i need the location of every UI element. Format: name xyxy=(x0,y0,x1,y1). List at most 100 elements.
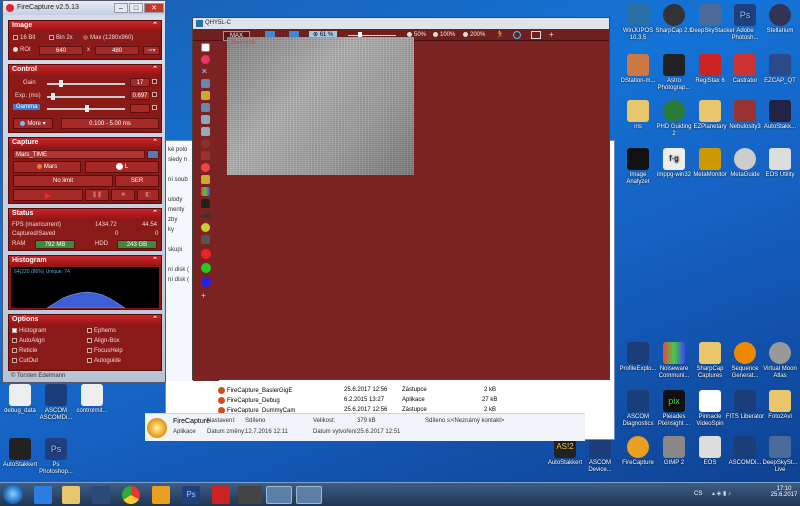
desktop-icon-pixinsight[interactable]: pix Pleiades Pixinsight ... xyxy=(654,390,694,428)
crosshair-icon[interactable]: ✕ xyxy=(201,67,210,76)
roi-dropdown[interactable]: ⇒▾ xyxy=(143,46,160,55)
clock[interactable]: 17:10 25.6.2017 xyxy=(770,486,798,498)
grey-icon[interactable] xyxy=(201,235,210,244)
capture-section-header[interactable]: Capture ⌃ xyxy=(9,138,161,148)
option-autoguide[interactable]: Autoguide xyxy=(87,358,121,364)
desktop-icon-virtual-moon[interactable]: Virtual Moon Atlas xyxy=(760,342,800,380)
record-icon[interactable] xyxy=(201,139,210,148)
grid-icon[interactable] xyxy=(201,103,210,112)
option-cutout[interactable]: CutOut xyxy=(12,358,38,364)
desktop-icon-iris[interactable]: iris xyxy=(618,100,658,131)
red-dot-icon[interactable] xyxy=(201,163,210,172)
desktop-icon-autostakkert-3[interactable]: AutoStakkert xyxy=(0,438,40,469)
status-section-header[interactable]: Status ⌃ xyxy=(9,209,161,219)
options-section-header[interactable]: Options ⌃ xyxy=(9,315,161,325)
profile-folder-icon[interactable] xyxy=(147,150,159,159)
yellow-dot-icon[interactable] xyxy=(201,223,210,232)
collapse-icon[interactable]: ⌃ xyxy=(152,256,158,266)
preview-taskbar-button[interactable] xyxy=(296,486,322,504)
desktop-icon-registax[interactable]: RegiStax 6 xyxy=(690,54,730,85)
desktop-icon-sequence-generator[interactable]: Sequence Generat... xyxy=(725,342,765,380)
collapse-icon[interactable]: ⌃ xyxy=(152,65,158,75)
gain-value-field[interactable]: 17 xyxy=(130,78,150,87)
firecapture-taskbar-button[interactable] xyxy=(266,486,292,504)
desktop-icon-sharpcap-captures[interactable]: SharpCap Captures xyxy=(690,342,730,380)
desktop-icon-ascom-di-2[interactable]: ASCOM ASCOMDi... xyxy=(36,384,76,422)
desktop-icon-photoshop[interactable]: Ps Adobe Photosh... xyxy=(725,4,765,42)
collapse-icon[interactable]: ⌃ xyxy=(152,209,158,219)
maximize-button[interactable]: □ xyxy=(129,3,143,13)
desktop-icon-deepsky-live[interactable]: DeepSkySt... Live xyxy=(760,436,800,474)
format-button[interactable]: SER xyxy=(115,175,159,187)
pause-button[interactable]: ❚❚ xyxy=(85,189,109,201)
desktop-icon-eos[interactable]: EOS xyxy=(690,436,730,467)
settings-button[interactable]: ◧ xyxy=(137,189,159,201)
photoshop-icon[interactable]: Ps xyxy=(182,486,200,504)
gamma-label[interactable]: Gamma xyxy=(13,104,41,110)
roi-width-field[interactable]: 640 xyxy=(39,46,83,55)
media-player-icon[interactable] xyxy=(92,486,110,504)
mars-button[interactable]: Mars xyxy=(13,161,81,173)
exposure-slider-knob[interactable] xyxy=(51,93,55,100)
registax-icon[interactable] xyxy=(212,486,230,504)
desktop-icon-debug-data[interactable]: debug_data xyxy=(0,384,40,415)
file-explorer-icon[interactable] xyxy=(62,486,80,504)
refresh-icon[interactable] xyxy=(513,31,521,39)
desktop-icon-nebulosity[interactable]: Nebulosity3 xyxy=(725,100,765,131)
exposure-slider[interactable] xyxy=(47,93,125,100)
line-icon[interactable] xyxy=(201,214,210,218)
gain-slider[interactable] xyxy=(47,80,125,87)
roi-height-field[interactable]: 480 xyxy=(95,46,139,55)
zoom-200-radio[interactable]: 200% xyxy=(463,31,485,39)
autostakkert-taskbar-icon[interactable] xyxy=(152,486,170,504)
option-autoalign[interactable]: AutoAlign xyxy=(12,338,45,344)
checkbox-icon[interactable] xyxy=(201,43,210,52)
window-icon[interactable] xyxy=(531,31,541,39)
minimize-button[interactable]: – xyxy=(114,3,128,13)
desktop-icon-firecapture[interactable]: FireCapture xyxy=(618,436,658,467)
desktop-icon-sharpcap[interactable]: SharpCap 2.9 xyxy=(654,4,694,35)
add-icon[interactable]: + xyxy=(201,291,210,300)
settings-icon[interactable] xyxy=(201,175,210,184)
desktop-icon-ps-file[interactable]: Ps Ps Photoshop... xyxy=(36,438,76,476)
max-resolution-radio[interactable]: Max (1280x960) xyxy=(83,35,133,41)
desktop-icon-foto2avi[interactable]: Foto2Avi xyxy=(760,390,800,421)
bit16-checkbox[interactable]: 16 Bit xyxy=(13,35,35,41)
option-histogram[interactable]: Histogram xyxy=(12,328,46,334)
stop-button[interactable]: ■ xyxy=(111,189,135,201)
exposure-range-field[interactable]: 0.100 - 5.00 ms xyxy=(61,118,159,129)
desktop-icon-controlmit[interactable]: controlmit... xyxy=(72,384,112,415)
color-icon[interactable] xyxy=(201,55,210,64)
desktop-icon-profile-explorer[interactable]: ProfileExplo... xyxy=(618,342,658,373)
start-capture-button[interactable]: ▶ xyxy=(13,189,83,201)
desktop-icon-astrophotography[interactable]: Astro Photograp... xyxy=(654,54,694,92)
desktop-icon-autostakkert[interactable]: AutoStakk... xyxy=(760,100,800,131)
zoom-100-radio[interactable]: 100% xyxy=(433,31,455,39)
desktop-icon-gimp[interactable]: GIMP 2 xyxy=(654,436,694,467)
option-ephems[interactable]: Ephems xyxy=(87,328,116,334)
tray-icons[interactable]: ▴ ◈ ▮ ♪ xyxy=(712,490,752,500)
desktop-icon-videospin[interactable]: Pinnacle VideoSpin xyxy=(690,390,730,428)
start-button[interactable] xyxy=(3,484,23,504)
roi-radio[interactable]: ROI xyxy=(13,47,31,53)
more-button[interactable]: More ▾ xyxy=(13,118,53,129)
tool-icon[interactable] xyxy=(201,79,210,88)
desktop-icon-metaguide[interactable]: MetaGuide xyxy=(725,148,765,179)
desktop-icon-stellarium[interactable]: Stellarium xyxy=(760,4,800,35)
chrome-icon[interactable] xyxy=(122,486,140,504)
collapse-icon[interactable]: ⌃ xyxy=(152,138,158,148)
move-icon[interactable] xyxy=(201,91,210,100)
exposure-value-field[interactable]: 0.697 xyxy=(130,91,150,100)
rgb-icon[interactable] xyxy=(201,187,210,196)
desktop-icon-ascom-diagnostics[interactable]: ASCOM Diagnostics xyxy=(618,390,658,428)
gain-slider-knob[interactable] xyxy=(59,80,63,87)
desktop-icon-ezcap[interactable]: EZCAP_QT xyxy=(760,54,800,85)
histogram-section-header[interactable]: Histogram ⌃ xyxy=(9,256,161,266)
gamma-slider-knob[interactable] xyxy=(85,105,89,112)
camera-taskbar-icon[interactable] xyxy=(238,486,262,504)
internet-explorer-icon[interactable] xyxy=(34,486,52,504)
red-channel-icon[interactable] xyxy=(201,249,211,259)
tool-icon[interactable] xyxy=(201,151,210,160)
black-icon[interactable] xyxy=(201,199,210,208)
gamma-value-field[interactable] xyxy=(130,104,150,113)
